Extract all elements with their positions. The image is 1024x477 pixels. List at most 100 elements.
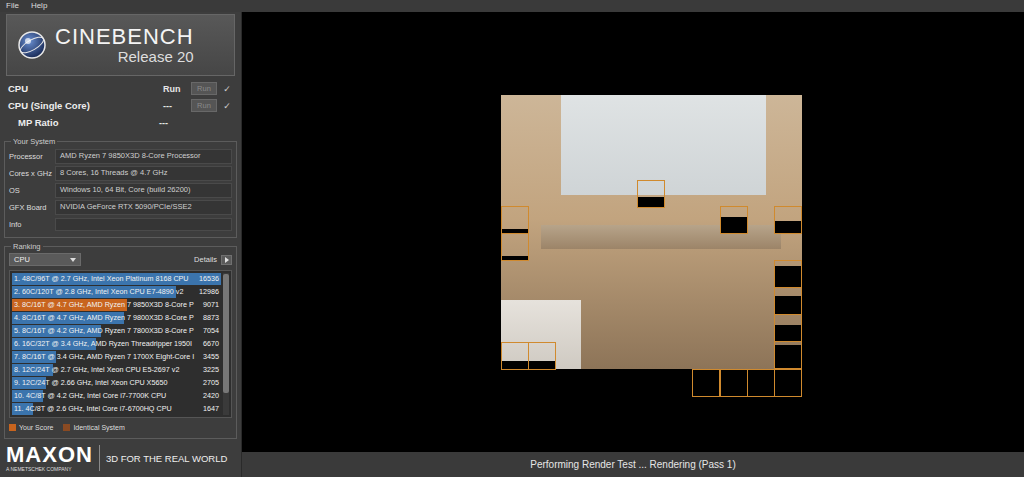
legend-swatch	[9, 424, 16, 431]
ranking-name: 10. 4C/8T @ 4.2 GHz, Intel Core i7-7700K…	[14, 392, 199, 399]
benchmark-label: CPU (Single Core)	[8, 100, 159, 111]
scrollbar[interactable]	[223, 273, 229, 415]
details-control: Details	[194, 255, 232, 265]
benchmark-label: CPU	[8, 83, 159, 94]
ranking-score: 2705	[199, 379, 219, 386]
maxon-logo: MAXONA NEMETSCHEK COMPANY	[6, 444, 93, 472]
system-field[interactable]: 8 Cores, 16 Threads @ 4.7 GHz	[55, 166, 232, 180]
details-button[interactable]	[221, 255, 232, 265]
system-field[interactable]	[55, 218, 232, 231]
render-bucket	[637, 180, 665, 208]
system-group: Your System Processor AMD Ryzen 7 9850X3D …	[4, 137, 237, 238]
ranking-row[interactable]: 5. 8C/16T @ 4.2 GHz, AMD Ryzen 7 7800X3D…	[12, 325, 221, 337]
footer: MAXONA NEMETSCHEK COMPANY3D FOR THE REAL…	[0, 439, 241, 477]
logo-subtitle: Release 20	[118, 49, 194, 66]
ranking-score: 9071	[199, 301, 219, 308]
ranking-name: 8. 12C/24T @ 2.7 GHz, Intel Xeon CPU E5-…	[14, 366, 199, 373]
ranking-name: 1. 48C/96T @ 2.7 GHz, Intel Xeon Platinu…	[14, 275, 195, 282]
system-field[interactable]: Windows 10, 64 Bit, Core (build 26200)	[55, 183, 232, 197]
check-icon: ✓	[221, 84, 233, 94]
render-bucket	[501, 206, 529, 234]
ranking-name: 11. 4C/8T @ 2.6 GHz, Intel Core i7-6700H…	[14, 405, 199, 412]
ranking-name: 4. 8C/16T @ 4.7 GHz, AMD Ryzen 7 9800X3D…	[14, 314, 199, 321]
benchmark-row: MP Ratio ---	[8, 114, 233, 131]
system-row: Info	[9, 216, 232, 233]
ranking-row[interactable]: 10. 4C/8T @ 4.2 GHz, Intel Core i7-7700K…	[12, 390, 221, 402]
details-label: Details	[194, 255, 217, 264]
status-bar: Performing Render Test ... Rendering (Pa…	[242, 452, 1024, 477]
ranking-name: 3. 8C/16T @ 4.7 GHz, AMD Ryzen 7 9850X3D…	[14, 301, 199, 308]
system-label: Cores x GHz	[9, 169, 51, 178]
system-row: GFX Board NVIDIA GeForce RTX 5090/PCIe/SS…	[9, 199, 232, 216]
render-bucket	[528, 342, 556, 370]
ranking-name: 5. 8C/16T @ 4.2 GHz, AMD Ryzen 7 7800X3D…	[14, 327, 199, 334]
run-button[interactable]: Run	[191, 82, 217, 95]
run-button[interactable]: Run	[191, 99, 217, 112]
render-canvas	[242, 12, 1024, 452]
menu-item[interactable]: Help	[31, 2, 47, 10]
benchmark-list: CPU Run Run ✓ CPU (Single Core)--- Run ✓ MP Rat…	[0, 76, 241, 133]
ranking-legend: Your ScoreIdentical System	[9, 421, 232, 434]
ranking-row[interactable]: 9. 12C/24T @ 2.66 GHz, Intel Xeon CPU X5…	[12, 377, 221, 389]
ranking-name: 2. 60C/120T @ 2.8 GHz, Intel Xeon CPU E7…	[14, 288, 195, 295]
render-bucket	[747, 369, 775, 397]
ranking-row[interactable]: 8. 12C/24T @ 2.7 GHz, Intel Xeon CPU E5-…	[12, 364, 221, 376]
scrollbar-thumb[interactable]	[223, 274, 229, 393]
system-field[interactable]: NVIDIA GeForce RTX 5090/PCIe/SSE2	[55, 200, 232, 214]
cinebench-window: FileHelpCINEBENCHRelease 20CPURunRun✓CPU…	[0, 0, 1024, 477]
ranking-row[interactable]: 2. 60C/120T @ 2.8 GHz, Intel Xeon CPU E7…	[12, 286, 221, 298]
ranking-list: 1. 48C/96T @ 2.7 GHz, Intel Xeon Platinu…	[9, 270, 232, 418]
system-row: OS Windows 10, 64 Bit, Core (build 26200)	[9, 182, 232, 199]
ranking-row[interactable]: 4. 8C/16T @ 4.7 GHz, AMD Ryzen 7 9800X3D…	[12, 312, 221, 324]
system-field[interactable]: AMD Ryzen 7 9850X3D 8-Core Processor	[55, 149, 232, 163]
legend-swatch	[63, 424, 70, 431]
ranking-score: 12986	[195, 288, 219, 295]
render-bucket	[774, 369, 802, 397]
footer-divider	[99, 445, 100, 471]
benchmark-row: CPU (Single Core)---Run✓	[8, 97, 233, 114]
logo-text: CINEBENCHRelease 20	[55, 25, 194, 66]
render-bucket	[774, 206, 802, 234]
logo-title: CINEBENCH	[55, 25, 194, 49]
check-icon: ✓	[221, 101, 233, 111]
side-panel: CINEBENCHRelease 20 CPU Run Run ✓ CPU (Single…	[0, 12, 242, 477]
ranking-score: 2420	[199, 392, 219, 399]
ranking-score: 6670	[199, 340, 219, 347]
ranking-score: 3225	[199, 366, 219, 373]
ranking-row[interactable]: 6. 16C/32T @ 3.4 GHz, AMD Ryzen Threadri…	[12, 338, 221, 350]
render-bucket	[501, 233, 529, 261]
render-bucket	[774, 314, 802, 342]
benchmark-value: ---	[159, 118, 183, 128]
system-label: OS	[9, 186, 51, 195]
benchmark-row: CPU Run Run ✓	[8, 80, 233, 97]
ranking-dropdown[interactable]: CPU	[9, 253, 81, 266]
ranking-row[interactable]: 1. 48C/96T @ 2.7 GHz, Intel Xeon Platinu…	[12, 273, 221, 285]
menu-item[interactable]: File	[6, 2, 19, 10]
brand-name: MAXON	[6, 444, 93, 466]
ranking-score: 3455	[199, 353, 219, 360]
system-label: Info	[9, 220, 51, 229]
render-bucket	[774, 341, 802, 369]
benchmark-value: Run	[163, 84, 187, 94]
ranking-row[interactable]: 7. 8C/16T @ 3.4 GHz, AMD Ryzen 7 1700X E…	[12, 351, 221, 363]
ranking-row[interactable]: 3. 8C/16T @ 4.7 GHz, AMD Ryzen 7 9850X3D…	[12, 299, 221, 311]
benchmark-label: MP Ratio	[8, 117, 155, 128]
legend-item: Your Score	[9, 424, 53, 431]
ranking-score: 8873	[199, 314, 219, 321]
system-label: Processor	[9, 152, 51, 161]
render-bucket	[774, 287, 802, 315]
ranking-score: 16536	[195, 275, 219, 282]
render-image	[501, 95, 802, 369]
render-bucket	[774, 260, 802, 288]
logo-box: CINEBENCHRelease 20	[6, 14, 235, 76]
ranking-row[interactable]: 11. 4C/8T @ 2.6 GHz, Intel Core i7-6700H…	[12, 403, 221, 415]
group-title: Ranking	[11, 242, 43, 251]
render-bucket	[720, 369, 748, 397]
render-column: Performing Render Test ... Rendering (Pa…	[242, 12, 1024, 477]
group-title: Your System	[11, 137, 57, 146]
render-bucket	[720, 206, 748, 234]
ranking-score: 7054	[199, 327, 219, 334]
render-bucket	[501, 342, 529, 370]
ranking-group: Ranking CPU Details 1. 48C/96T @ 2.7 GHz, I…	[4, 242, 237, 439]
system-label: GFX Board	[9, 203, 51, 212]
